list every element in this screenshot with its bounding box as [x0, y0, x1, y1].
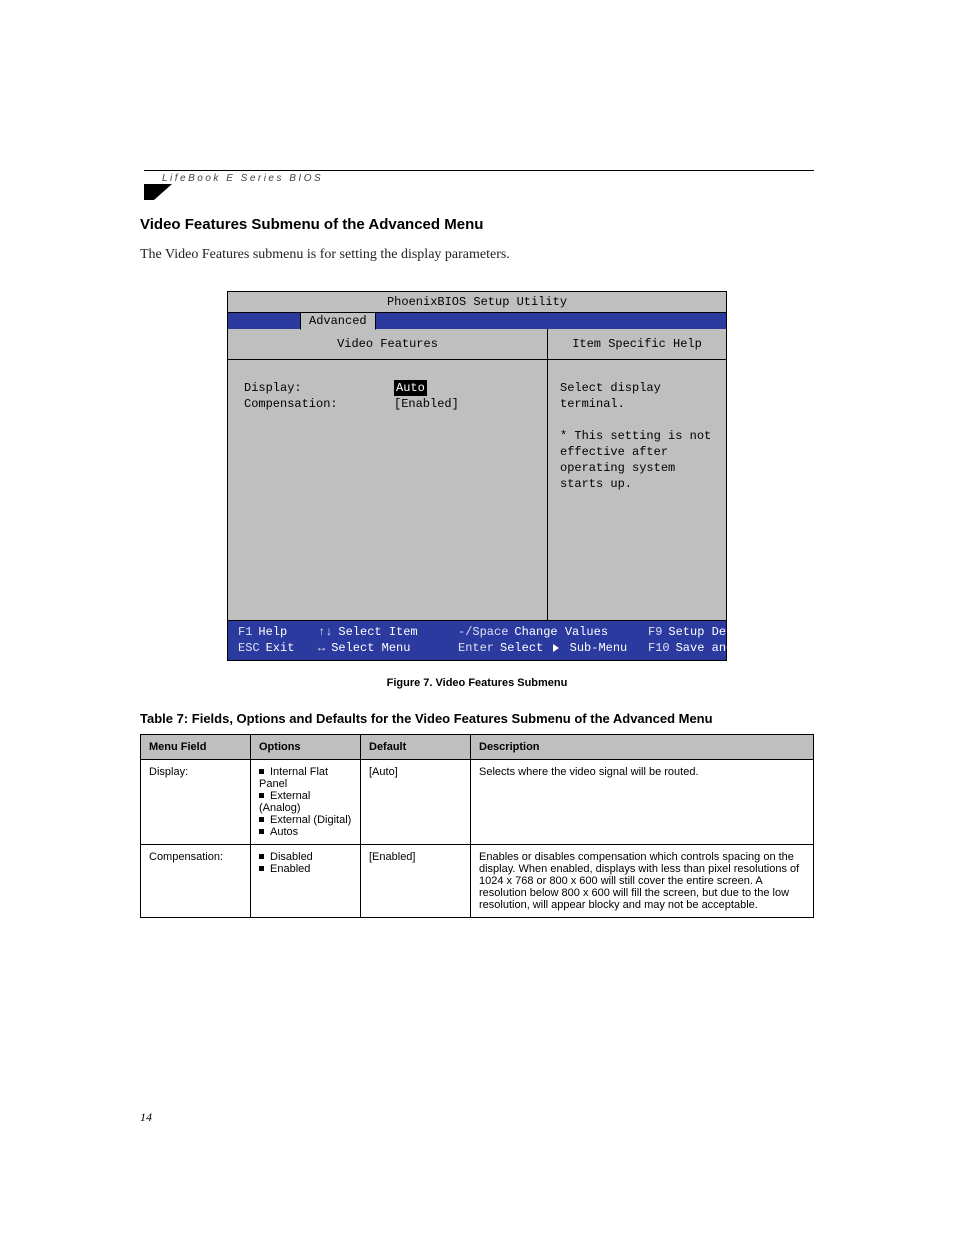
key-updown: ↑↓	[318, 625, 332, 639]
table-row: Display:Internal Flat PanelExternal (Ana…	[141, 760, 814, 845]
header-tab-icon	[150, 186, 814, 202]
bios-help-text: Select display terminal. * This setting …	[548, 360, 726, 620]
bios-screenshot: PhoenixBIOS Setup Utility Advanced Video…	[227, 291, 727, 661]
col-default: Default	[361, 735, 471, 760]
help-line: effective after	[560, 444, 714, 460]
page-number: 14	[140, 1110, 152, 1125]
table-row: Compensation:DisabledEnabled[Enabled]Ena…	[141, 845, 814, 918]
cell-menu-field: Compensation:	[141, 845, 251, 918]
bios-right-panel: Item Specific Help Select display termin…	[548, 329, 726, 620]
help-line	[560, 412, 714, 428]
figure-caption: Figure 7. Video Features Submenu	[140, 677, 814, 689]
document-page: LifeBook E Series BIOS Video Features Su…	[0, 0, 954, 1235]
action-help: Help	[258, 625, 287, 639]
cell-default: [Auto]	[361, 760, 471, 845]
bios-body: Video Features Display:AutoCompensation:…	[228, 329, 726, 621]
table-header-row: Menu Field Options Default Description	[141, 735, 814, 760]
key-space: -/Space	[458, 625, 508, 639]
bios-right-title: Item Specific Help	[548, 329, 726, 360]
cell-description: Enables or disables compensation which c…	[471, 845, 814, 918]
col-options: Options	[251, 735, 361, 760]
bios-menubar: Advanced	[228, 313, 726, 329]
bios-field-value: [Enabled]	[394, 396, 459, 412]
section-heading: Video Features Submenu of the Advanced M…	[140, 216, 814, 233]
col-menu-field: Menu Field	[141, 735, 251, 760]
table-title: Table 7: Fields, Options and Defaults fo…	[140, 711, 814, 726]
key-f1: F1	[238, 625, 252, 639]
cell-description: Selects where the video signal will be r…	[471, 760, 814, 845]
action-select-menu: Select Menu	[331, 641, 410, 655]
key-esc: ESC	[238, 641, 260, 655]
cell-options: Internal Flat PanelExternal (Analog)Exte…	[251, 760, 361, 845]
col-description: Description	[471, 735, 814, 760]
key-f9: F9	[648, 625, 662, 639]
bios-fields: Display:AutoCompensation:[Enabled]	[228, 360, 547, 620]
action-select-item: Select Item	[338, 625, 417, 639]
option-item: External (Analog)	[259, 790, 352, 814]
option-item: Autos	[259, 826, 352, 838]
help-line: starts up.	[560, 476, 714, 492]
bios-footer: F1 Help ↑↓ Select Item -/Space Change Value…	[228, 621, 726, 660]
bios-options-table: Menu Field Options Default Description D…	[140, 734, 814, 918]
action-save-exit: Save and Exit	[676, 641, 770, 655]
cell-default: [Enabled]	[361, 845, 471, 918]
key-enter: Enter	[458, 641, 494, 655]
running-title: LifeBook E Series BIOS	[150, 171, 814, 186]
help-line: * This setting is not	[560, 428, 714, 444]
action-setup-defaults: Setup Defaults	[668, 625, 769, 639]
bios-field-label: Compensation:	[244, 396, 394, 412]
key-f10: F10	[648, 641, 670, 655]
option-item: Internal Flat Panel	[259, 766, 352, 790]
bios-active-menu: Advanced	[300, 312, 376, 330]
action-select-submenu: Select Sub-Menu	[500, 641, 627, 655]
key-leftright: ↔	[318, 641, 325, 655]
action-change-values: Change Values	[514, 625, 608, 639]
running-header: LifeBook E Series BIOS	[150, 170, 814, 202]
help-line: Select display terminal.	[560, 380, 714, 412]
cell-options: DisabledEnabled	[251, 845, 361, 918]
bios-field-value: Auto	[394, 380, 427, 396]
triangle-right-icon	[553, 644, 559, 652]
cell-menu-field: Display:	[141, 760, 251, 845]
option-item: External (Digital)	[259, 814, 352, 826]
intro-text: The Video Features submenu is for settin…	[140, 247, 814, 263]
option-item: Disabled	[259, 851, 352, 863]
bios-field-row: Compensation:[Enabled]	[244, 396, 537, 412]
bios-left-panel: Video Features Display:AutoCompensation:…	[228, 329, 548, 620]
bios-field-label: Display:	[244, 380, 394, 396]
bios-field-row: Display:Auto	[244, 380, 537, 396]
option-item: Enabled	[259, 863, 352, 875]
bios-titlebar: PhoenixBIOS Setup Utility	[228, 292, 726, 313]
bios-left-title: Video Features	[228, 329, 547, 360]
action-exit: Exit	[266, 641, 295, 655]
help-line: operating system	[560, 460, 714, 476]
